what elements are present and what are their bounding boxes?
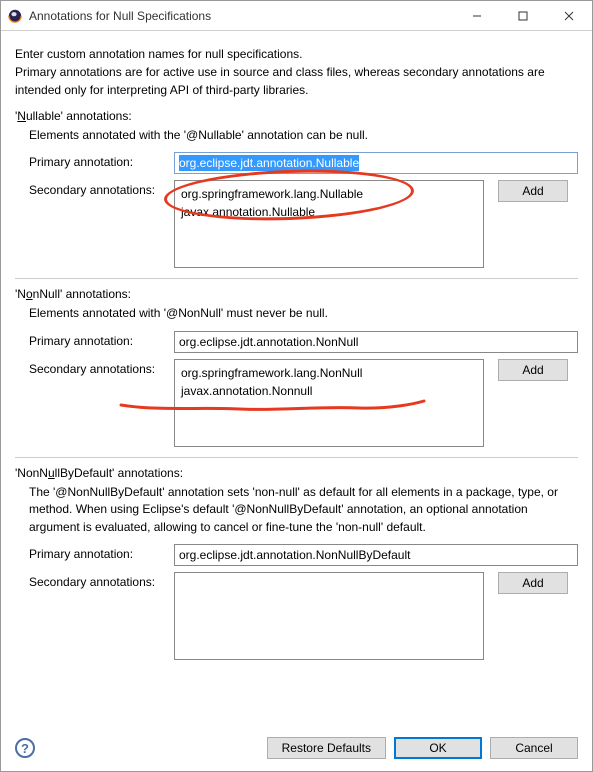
nonnulldefault-primary-input[interactable]: org.eclipse.jdt.annotation.NonNullByDefa… (174, 544, 578, 566)
primary-annotation-label: Primary annotation: (29, 544, 174, 561)
nonnulldefault-secondary-list[interactable] (174, 572, 484, 660)
secondary-annotations-label: Secondary annotations: (29, 572, 174, 589)
nullable-group-title: 'Nullable' annotations: (15, 109, 578, 123)
ok-button[interactable]: OK (394, 737, 482, 759)
help-icon[interactable]: ? (15, 738, 35, 758)
close-button[interactable] (546, 1, 592, 30)
nonnull-group-title: 'NonNull' annotations: (15, 287, 578, 301)
nonnulldefault-group-title: 'NonNullByDefault' annotations: (15, 466, 578, 480)
divider (15, 278, 578, 279)
nonnull-secondary-list[interactable]: org.springframework.lang.NonNull javax.a… (174, 359, 484, 447)
divider (15, 457, 578, 458)
cancel-button[interactable]: Cancel (490, 737, 578, 759)
titlebar: Annotations for Null Specifications (1, 1, 592, 31)
nonnull-primary-input[interactable]: org.eclipse.jdt.annotation.NonNull (174, 331, 578, 353)
intro-text: Enter custom annotation names for null s… (15, 45, 578, 99)
nullable-group-desc: Elements annotated with the '@Nullable' … (29, 127, 578, 144)
secondary-annotations-label: Secondary annotations: (29, 359, 174, 376)
nonnull-group-desc: Elements annotated with '@NonNull' must … (29, 305, 578, 322)
list-item[interactable]: org.springframework.lang.NonNull (181, 364, 477, 382)
minimize-button[interactable] (454, 1, 500, 30)
nullable-add-button[interactable]: Add (498, 180, 568, 202)
list-item[interactable]: javax.annotation.Nonnull (181, 382, 477, 400)
dialog-footer: ? Restore Defaults OK Cancel (1, 729, 592, 771)
window-title: Annotations for Null Specifications (29, 9, 454, 23)
secondary-annotations-label: Secondary annotations: (29, 180, 174, 197)
nullable-secondary-list[interactable]: org.springframework.lang.Nullable javax.… (174, 180, 484, 268)
nonnulldefault-group-desc: The '@NonNullByDefault' annotation sets … (29, 484, 578, 536)
eclipse-icon (7, 8, 23, 24)
nonnulldefault-add-button[interactable]: Add (498, 572, 568, 594)
nonnull-add-button[interactable]: Add (498, 359, 568, 381)
primary-annotation-label: Primary annotation: (29, 331, 174, 348)
nullable-primary-input[interactable]: org.eclipse.jdt.annotation.Nullable (174, 152, 578, 174)
primary-annotation-label: Primary annotation: (29, 152, 174, 169)
dialog-content: Enter custom annotation names for null s… (1, 31, 592, 729)
list-item[interactable]: javax.annotation.Nullable (181, 203, 477, 221)
list-item[interactable]: org.springframework.lang.Nullable (181, 185, 477, 203)
maximize-button[interactable] (500, 1, 546, 30)
restore-defaults-button[interactable]: Restore Defaults (267, 737, 386, 759)
